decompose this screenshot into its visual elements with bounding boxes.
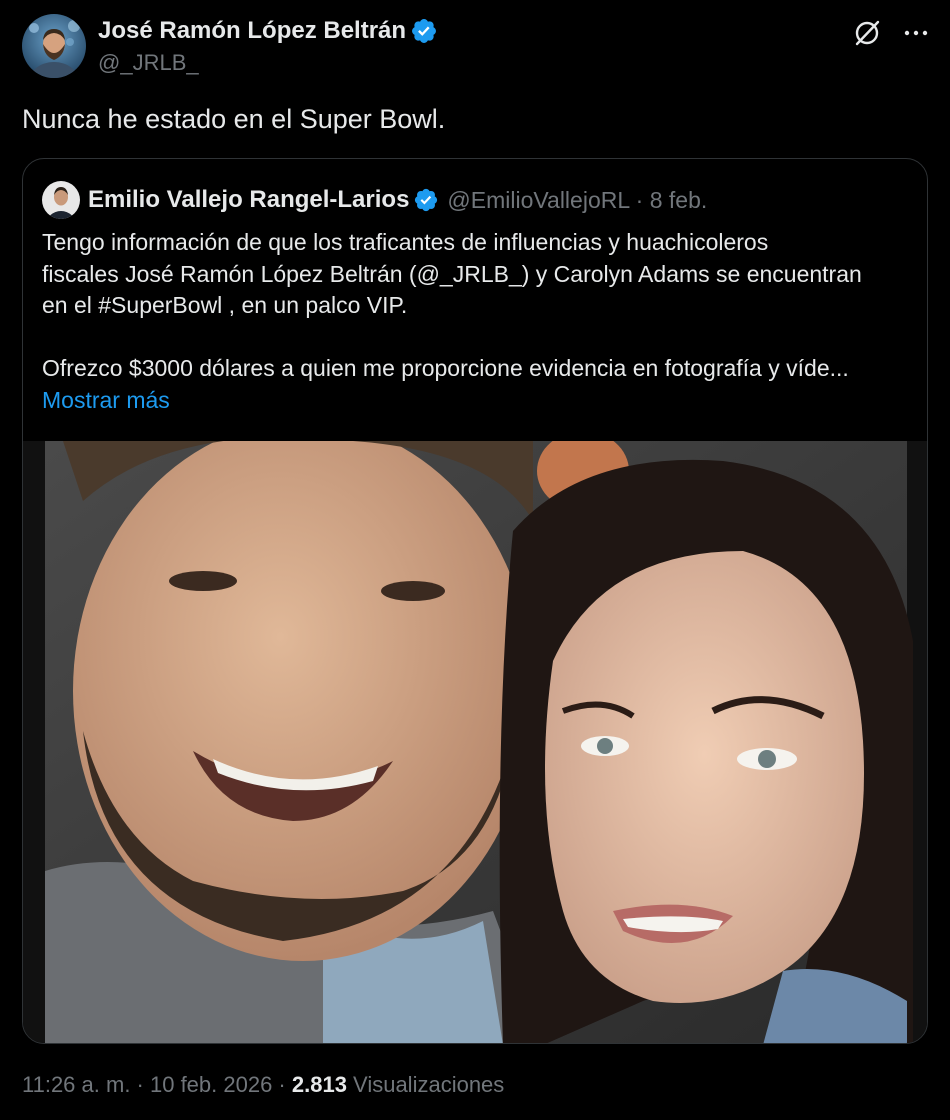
quote-line: Ofrezco $3000 dólares a quien me proporc… — [42, 355, 849, 381]
tweet-footer: 11:26 a. m. · 10 feb. 2026 · 2.813 Visua… — [22, 1072, 504, 1098]
author-avatar[interactable] — [22, 14, 86, 78]
quoted-tweet[interactable]: Emilio Vallejo Rangel-Larios @EmilioVall… — [22, 158, 928, 1044]
tweet-text: Nunca he estado en el Super Bowl. — [22, 104, 446, 134]
grok-icon[interactable] — [852, 18, 882, 48]
quote-meta[interactable]: @EmilioVallejoRL · 8 feb. — [447, 187, 707, 214]
quote-line: en el #SuperBowl , en un palco VIP. — [42, 292, 408, 318]
top-actions — [852, 18, 930, 48]
quote-text: Tengo información de que los traficantes… — [42, 227, 912, 416]
verified-icon — [415, 188, 438, 212]
quote-line: fiscales José Ramón López Beltrán (@_JRL… — [42, 260, 862, 287]
verified-icon — [412, 19, 437, 43]
views-count: 2.813 — [291, 1072, 347, 1097]
show-more-link[interactable]: Mostrar más — [42, 385, 912, 417]
author-name[interactable]: José Ramón López Beltrán — [98, 17, 438, 45]
more-icon[interactable] — [902, 19, 930, 47]
quote-header: Emilio Vallejo Rangel-Larios @EmilioVall… — [42, 181, 707, 219]
quote-author-name[interactable]: Emilio Vallejo Rangel-Larios — [88, 186, 409, 214]
quote-photo[interactable] — [23, 421, 927, 1043]
timestamp[interactable]: 11:26 a. m. · 10 feb. 2026 · — [22, 1072, 292, 1097]
quote-line: Tengo información de que los traficantes… — [42, 229, 769, 255]
tweet-detail: José Ramón López Beltrán @_JRLB_ Nunca h… — [0, 0, 950, 1120]
author-name-text[interactable]: José Ramón López Beltrán — [98, 17, 406, 45]
views-label: Visualizaciones — [346, 1072, 505, 1097]
quote-author-avatar[interactable] — [42, 181, 80, 219]
author-handle[interactable]: @_JRLB_ — [98, 50, 199, 76]
